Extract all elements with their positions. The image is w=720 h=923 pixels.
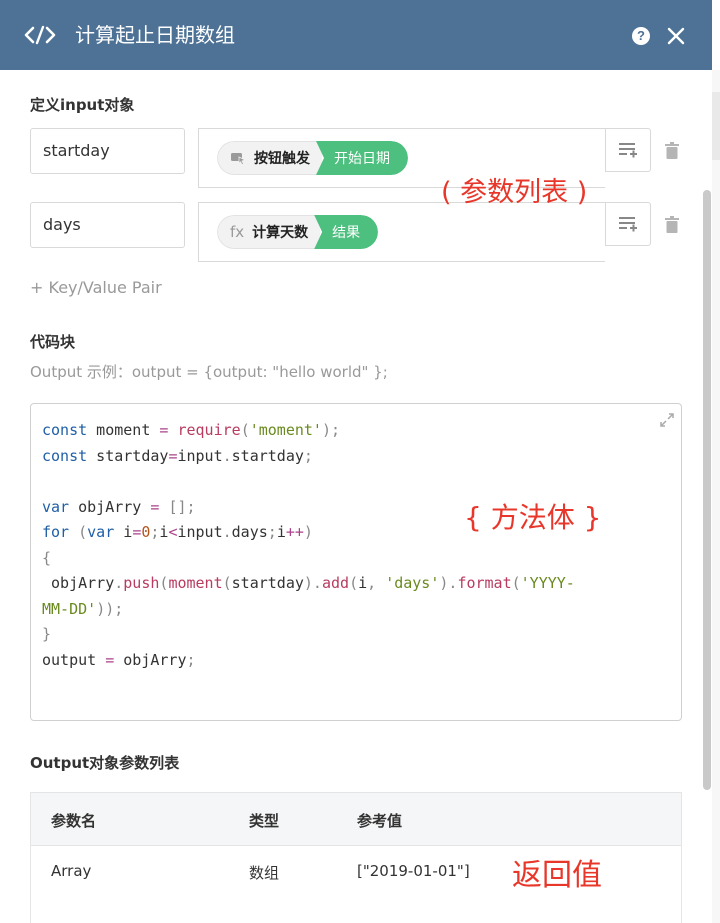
pill-source: 按钮触发	[217, 141, 322, 175]
column-header-sample: 参考值	[357, 812, 403, 830]
input-section-label: 定义input对象	[30, 96, 135, 114]
list-add-icon	[619, 143, 637, 158]
value-field-days[interactable]: fx 计算天数 结果	[198, 202, 605, 262]
code-hint: Output 示例：output = {output: "hello world…	[30, 363, 388, 381]
code-icon	[24, 25, 56, 45]
table-header: 参数名 类型 参考值	[31, 793, 681, 846]
annotation-return: 返回值	[512, 858, 602, 893]
side-panel-edge	[712, 92, 720, 160]
scrollbar-track[interactable]	[712, 70, 720, 923]
column-header-type: 类型	[249, 812, 280, 830]
code-text[interactable]: const moment = require('moment'); const …	[42, 418, 642, 673]
help-icon[interactable]: ?	[632, 27, 650, 45]
trash-icon[interactable]	[664, 142, 680, 160]
pill-source-label: 计算天数	[252, 225, 309, 241]
select-variable-button[interactable]	[605, 128, 651, 172]
code-section-label: 代码块	[30, 333, 76, 351]
variable-pill[interactable]: fx 计算天数 结果	[217, 215, 379, 249]
annotation-body: { 方法体 }	[464, 501, 602, 534]
dialog-title: 计算起止日期数组	[75, 23, 235, 47]
pill-source: fx 计算天数	[217, 215, 321, 249]
key-input-startday[interactable]: startday	[30, 128, 185, 174]
list-add-icon	[619, 217, 637, 232]
table-cell-type: 数组	[249, 864, 280, 882]
pill-source-label: 按钮触发	[254, 151, 310, 167]
key-input-days[interactable]: days	[30, 202, 185, 248]
variable-pill[interactable]: 按钮触发 开始日期	[217, 141, 408, 175]
pill-field-label: 结果	[314, 215, 379, 249]
code-editor[interactable]: const moment = require('moment'); const …	[30, 403, 682, 721]
dialog-header: 计算起止日期数组 ?	[0, 0, 712, 70]
table-cell-sample: ["2019-01-01"]	[357, 862, 470, 880]
fx-icon: fx	[230, 223, 245, 241]
scrollbar-thumb[interactable]	[703, 190, 711, 790]
annotation-params: ( 参数列表 )	[441, 177, 588, 208]
column-header-name: 参数名	[51, 812, 97, 830]
trash-icon[interactable]	[664, 216, 680, 234]
table-cell-name: Array	[51, 862, 92, 880]
select-variable-button[interactable]	[605, 202, 651, 246]
close-icon[interactable]	[666, 26, 686, 46]
add-key-value-pair-link[interactable]: + Key/Value Pair	[30, 278, 162, 297]
pill-field-label: 开始日期	[316, 141, 408, 175]
output-section-label: Output对象参数列表	[30, 754, 180, 772]
trigger-icon	[231, 153, 246, 165]
expand-icon[interactable]	[659, 412, 675, 428]
